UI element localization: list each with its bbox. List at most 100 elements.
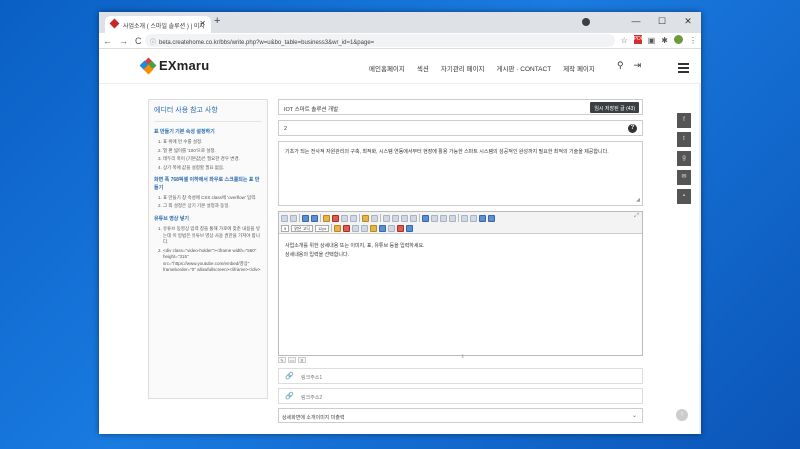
cut-icon[interactable] <box>332 214 339 222</box>
logo-text: EXmaru <box>159 58 210 73</box>
page-scrollbar[interactable] <box>699 84 701 434</box>
underline-icon[interactable] <box>401 214 408 222</box>
fullscreen-icon[interactable] <box>405 224 413 232</box>
outdent-icon[interactable] <box>488 214 495 222</box>
align-center-icon[interactable] <box>431 214 438 222</box>
google-icon[interactable]: g <box>677 151 691 166</box>
subject-input[interactable]: IOT 스마트 솔루션 개발 임시 저장된 글 (43) <box>278 99 643 115</box>
align-left-icon[interactable] <box>422 214 429 222</box>
guide-item: 표 만들기 창 속성에 CSS class에 'overflow' 입력. <box>163 195 262 202</box>
main-content: 에디터 사용 참고 사항 표 만들기 기본 속성 설정하기 표 위에 먼 수를 … <box>99 84 701 434</box>
logo[interactable]: EXmaru <box>139 57 210 74</box>
font-pt-select[interactable]: 12pt <box>315 224 329 232</box>
scroll-top-button[interactable]: ↑ <box>676 409 688 421</box>
url-field[interactable]: ⓘ beta.createhome.co.kr/bbs/write.php?w=u… <box>145 34 615 47</box>
browser-tab[interactable]: 사업소개 ( 스마일 솔루션 ) | 이지 ✕ <box>105 16 211 33</box>
link1-input[interactable]: 🔗 링크주소1 <box>278 368 643 384</box>
help-icon[interactable]: ? <box>628 124 637 133</box>
link-icon[interactable] <box>351 224 359 232</box>
address-bar-row: ← → C ⓘ beta.createhome.co.kr/bbs/write.p… <box>99 33 701 49</box>
order-input[interactable]: 2 ? <box>278 120 643 136</box>
menu-item-main[interactable]: 메인홈페이지 <box>369 63 405 73</box>
ordered-list-icon[interactable] <box>461 214 468 222</box>
close-tab-icon[interactable]: ✕ <box>199 19 206 28</box>
main-menu: 메인홈페이지 섹션 자기관리 페이지 게시판 · CONTACT 제작 페이지 <box>369 63 595 73</box>
indent-icon[interactable] <box>479 214 486 222</box>
quote-icon[interactable] <box>360 224 368 232</box>
menu-item-build[interactable]: 제작 페이지 <box>563 63 595 73</box>
hamburger-menu-icon[interactable] <box>678 63 689 75</box>
bold-icon[interactable] <box>383 214 390 222</box>
guide-item: 표 위에 먼 수를 설정. <box>163 139 262 146</box>
table-icon[interactable] <box>342 224 350 232</box>
menu-kebab-icon[interactable]: ⋮ <box>689 35 697 46</box>
youtube-icon[interactable] <box>396 224 404 232</box>
link1-placeholder: 링크주소1 <box>301 375 323 381</box>
write-form: IOT 스마트 솔루션 개발 임시 저장된 글 (43) 2 ? 기초가 되는 … <box>278 99 643 423</box>
logout-icon[interactable]: ⇥ <box>634 60 642 71</box>
link2-input[interactable]: 🔗 링크주소2 <box>278 388 643 404</box>
guide-heading: 표 만들기 기본 속성 설정하기 <box>154 129 215 136</box>
emoji-icon[interactable] <box>369 224 377 232</box>
align-justify-icon[interactable] <box>449 214 456 222</box>
maximize-button[interactable]: ☐ <box>649 12 675 33</box>
pdf-extension-icon[interactable]: PDF <box>633 35 644 44</box>
unordered-list-icon[interactable] <box>470 214 477 222</box>
reload-icon[interactable]: C <box>135 35 142 47</box>
minimize-button[interactable]: — <box>623 12 649 33</box>
link-chain-icon: 🔗 <box>285 393 294 400</box>
nav-buttons: ← → C <box>103 35 142 47</box>
guide-item: 그 외 설정은 상기 기본 설정과 동일. <box>163 203 262 210</box>
summary-textarea[interactable]: 기초가 되는 전사적 자원관리의 구축, 최적화, 시스템 연동에서부터 현장에… <box>278 141 643 206</box>
menu-item-section[interactable]: 섹션 <box>417 63 429 73</box>
editor-mode-html-icon[interactable]: <> <box>288 357 296 363</box>
facebook-icon[interactable]: f <box>677 113 691 128</box>
expand-editor-icon[interactable]: ⤢ <box>634 213 639 220</box>
copy-icon[interactable] <box>341 214 348 222</box>
bookmark-star-icon[interactable]: ☆ <box>621 35 628 46</box>
clipboard-icon[interactable] <box>350 214 357 222</box>
summary-value: 기초가 되는 전사적 자원관리의 구축, 최적화, 시스템 연동에서부터 현장에… <box>285 149 609 155</box>
strike-icon[interactable] <box>410 214 417 222</box>
recording-icon <box>582 18 590 26</box>
search-icon[interactable]: ⚲ <box>617 60 624 71</box>
editor-resize-handle[interactable]: ⇕ <box>461 354 465 360</box>
forward-icon[interactable]: → <box>119 35 128 47</box>
avatar[interactable] <box>674 35 683 44</box>
mail-icon[interactable]: ✉ <box>677 170 691 185</box>
resize-grip-icon[interactable]: ◢ <box>636 196 640 205</box>
font-color-icon[interactable] <box>371 214 378 222</box>
menu-item-board-contact[interactable]: 게시판 · CONTACT <box>497 63 552 73</box>
redo-icon[interactable] <box>311 214 318 222</box>
font-family-select[interactable]: 맑은 고딕 <box>291 224 314 232</box>
select-value: 상세화면에 소개이미지 미출력 <box>282 415 345 421</box>
special-char-icon[interactable] <box>378 224 386 232</box>
align-right-icon[interactable] <box>440 214 447 222</box>
image-icon[interactable] <box>333 224 341 232</box>
extension-icon[interactable]: ▣ <box>648 35 656 46</box>
editor-body[interactable]: 사업소개를 위한 상세내용 또는 이미지, 표, 유튜브 등을 입력하세요. 상… <box>279 234 642 268</box>
twitter-icon[interactable]: t <box>677 132 691 147</box>
image-display-select[interactable]: 상세화면에 소개이미지 미출력 ⌄ <box>278 408 643 423</box>
new-tab-button[interactable]: + <box>214 15 220 27</box>
editor-mode-edit-icon[interactable]: ✎ <box>278 357 286 363</box>
save-icon[interactable] <box>290 214 297 222</box>
paste-icon[interactable] <box>323 214 330 222</box>
hr-icon[interactable] <box>387 224 395 232</box>
print-icon[interactable] <box>281 214 288 222</box>
font-size-select[interactable]: 9 <box>281 224 290 232</box>
editor-line: 상세내용의 입력을 선택합니다. <box>285 252 349 258</box>
toolbar-icons: ☆ PDF ▣ ✱ ⋮ <box>621 35 697 46</box>
close-window-button[interactable]: ✕ <box>675 12 701 33</box>
undo-icon[interactable] <box>302 214 309 222</box>
highlight-icon[interactable] <box>362 214 369 222</box>
puzzle-icon[interactable]: ✱ <box>661 35 668 46</box>
temp-save-button[interactable]: 임시 저장된 글 (43) <box>590 102 639 113</box>
menu-item-self-manage[interactable]: 자기관리 페이지 <box>441 63 485 73</box>
editor-toolbar: 9 맑은 고딕 12pt <box>279 212 642 234</box>
back-icon[interactable]: ← <box>103 35 112 47</box>
guide-item: 상기 폭에 값을 설정할 필요 없음. <box>163 165 262 172</box>
editor-mode-preview-icon[interactable]: ⚲ <box>298 357 306 363</box>
blog-icon[interactable]: ▪ <box>677 189 691 204</box>
italic-icon[interactable] <box>392 214 399 222</box>
